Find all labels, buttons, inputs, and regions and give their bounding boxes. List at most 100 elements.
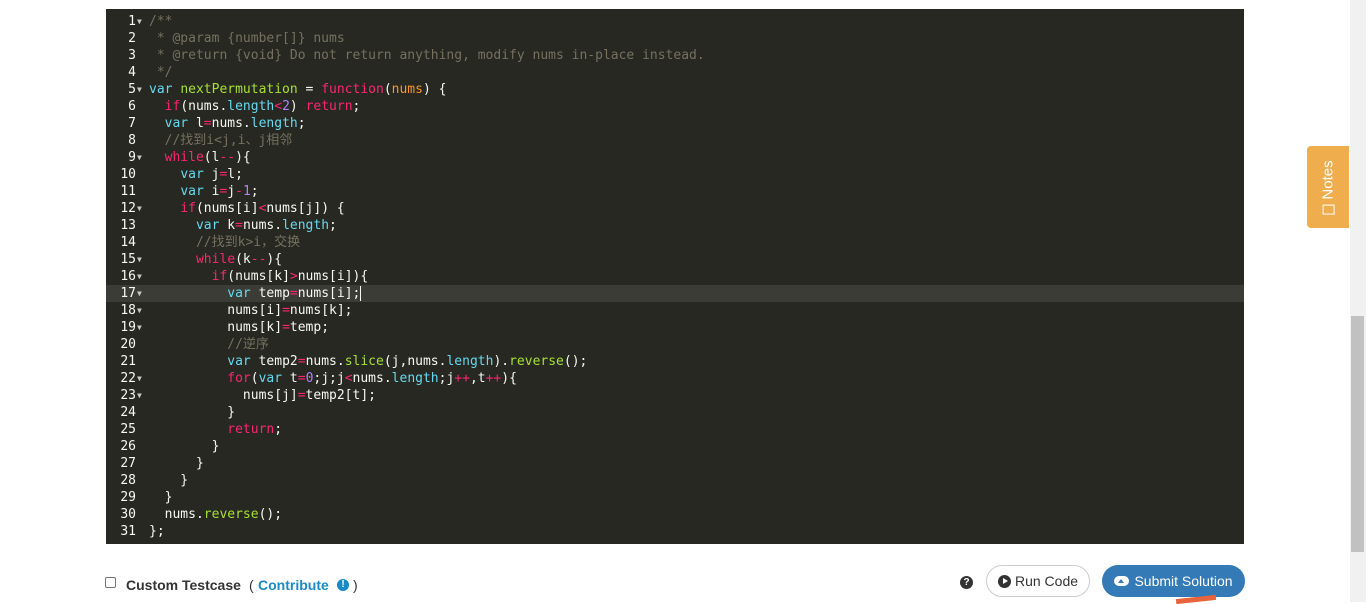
- fold-arrow-icon[interactable]: ▼: [137, 370, 145, 387]
- help-icon[interactable]: ?: [960, 576, 973, 589]
- code-text: if(nums[k]>nums[i]){: [211, 269, 369, 284]
- line-number: 28: [120, 473, 136, 488]
- code-line[interactable]: 27 }: [106, 455, 1244, 472]
- fold-arrow-icon[interactable]: ▼: [137, 387, 145, 404]
- code-text: var k=nums.length;: [195, 218, 337, 233]
- code-text: var i=j-1;: [180, 184, 259, 199]
- line-number: 16: [120, 269, 136, 284]
- custom-testcase-label: Custom Testcase: [126, 577, 241, 593]
- code-line[interactable]: 1 ▼ /**: [106, 13, 1244, 30]
- code-line[interactable]: 14 //找到k>i，交换: [106, 234, 1244, 251]
- code-line[interactable]: 3 * @return {void} Do not return anythin…: [106, 47, 1244, 64]
- code-line[interactable]: 12 ▼ if(nums[i]<nums[j]) {: [106, 200, 1244, 217]
- code-text: //找到i<j,i、j相邻: [164, 133, 293, 148]
- code-line[interactable]: 21 var temp2=nums.slice(j,nums.length).r…: [106, 353, 1244, 370]
- code-line[interactable]: 7 var l=nums.length;: [106, 115, 1244, 132]
- code-text: * @param {number[]} nums: [149, 31, 345, 46]
- text-cursor: [360, 286, 362, 301]
- fold-arrow-icon[interactable]: ▼: [137, 302, 145, 319]
- code-line[interactable]: 26 }: [106, 438, 1244, 455]
- code-line[interactable]: 20 //逆序: [106, 336, 1244, 353]
- line-number: 29: [120, 490, 136, 505]
- line-number: 26: [120, 439, 136, 454]
- fold-arrow-icon[interactable]: ▼: [137, 149, 145, 166]
- code-line[interactable]: 28 }: [106, 472, 1244, 489]
- line-number: 24: [120, 405, 136, 420]
- open-paren: (: [249, 577, 254, 593]
- contribute-link[interactable]: Contribute: [258, 577, 329, 593]
- code-line[interactable]: 30 nums.reverse();: [106, 506, 1244, 523]
- page-scrollbar-thumb[interactable]: [1351, 316, 1364, 552]
- code-text: for(var t=0;j;j<nums.length;j++,t++){: [227, 371, 517, 386]
- fold-arrow-icon[interactable]: ▼: [137, 200, 145, 217]
- notes-tab[interactable]: Notes: [1307, 146, 1349, 228]
- line-number: 20: [120, 337, 136, 352]
- code-line[interactable]: 22 ▼ for(var t=0;j;j<nums.length;j++,t++)…: [106, 370, 1244, 387]
- play-icon: [997, 574, 1011, 588]
- line-number: 15: [120, 252, 136, 267]
- line-number: 14: [120, 235, 136, 250]
- line-number: 2: [128, 31, 136, 46]
- custom-testcase-checkbox[interactable]: [105, 577, 116, 588]
- line-number: 8: [128, 133, 136, 148]
- code-line[interactable]: 11 var i=j-1;: [106, 183, 1244, 200]
- code-line[interactable]: 2 * @param {number[]} nums: [106, 30, 1244, 47]
- line-number: 10: [120, 167, 136, 182]
- line-number: 31: [120, 524, 136, 539]
- code-text: var nextPermutation = function(nums) {: [149, 82, 447, 97]
- line-number: 19: [120, 320, 136, 335]
- info-icon[interactable]: !: [337, 579, 349, 591]
- code-line[interactable]: 18 ▼ nums[i]=nums[k];: [106, 302, 1244, 319]
- run-code-button[interactable]: Run Code: [986, 565, 1090, 597]
- code-line[interactable]: 9 ▼ while(l--){: [106, 149, 1244, 166]
- code-line[interactable]: 25 return;: [106, 421, 1244, 438]
- code-text: }: [149, 456, 204, 471]
- code-text: var j=l;: [180, 167, 243, 182]
- code-text: return;: [227, 422, 283, 437]
- code-line[interactable]: 4 */: [106, 64, 1244, 81]
- code-line[interactable]: 6 if(nums.length<2) return;: [106, 98, 1244, 115]
- line-number: 3: [128, 48, 136, 63]
- code-text: /**: [149, 14, 173, 29]
- code-line[interactable]: 29 }: [106, 489, 1244, 506]
- note-icon: [1322, 204, 1334, 215]
- code-line[interactable]: 24 }: [106, 404, 1244, 421]
- code-line[interactable]: 19 ▼ nums[k]=temp;: [106, 319, 1244, 336]
- line-number: 22: [120, 371, 136, 386]
- line-number: 7: [128, 116, 136, 131]
- code-line[interactable]: 5 ▼ var nextPermutation = function(nums) {: [106, 81, 1244, 98]
- line-number: 9: [128, 150, 136, 165]
- code-text: //找到k>i，交换: [195, 235, 301, 250]
- code-editor[interactable]: 1 ▼/** 2 * @param {number[]} nums 3 * @retu…: [106, 9, 1244, 544]
- line-number: 23: [120, 388, 136, 403]
- code-line[interactable]: 8 //找到i<j,i、j相邻: [106, 132, 1244, 149]
- code-text: */: [149, 65, 173, 80]
- code-text: var temp=nums[i];: [227, 286, 362, 301]
- fold-arrow-icon[interactable]: ▼: [137, 251, 145, 268]
- code-line[interactable]: 17 ▼ var temp=nums[i];: [106, 285, 1244, 302]
- code-text: }: [149, 405, 236, 420]
- code-line[interactable]: 31};: [106, 523, 1244, 540]
- line-number: 13: [120, 218, 136, 233]
- line-number: 4: [128, 65, 136, 80]
- code-text: var l=nums.length;: [164, 116, 306, 131]
- code-line[interactable]: 10 var j=l;: [106, 166, 1244, 183]
- fold-arrow-icon[interactable]: ▼: [137, 319, 145, 336]
- line-number: 5: [128, 82, 136, 97]
- code-line[interactable]: 16 ▼ if(nums[k]>nums[i]){: [106, 268, 1244, 285]
- code-text: nums[k]=temp;: [149, 320, 330, 335]
- fold-arrow-icon[interactable]: ▼: [137, 13, 145, 30]
- submit-solution-button[interactable]: Submit Solution: [1102, 565, 1245, 597]
- fold-arrow-icon[interactable]: ▼: [137, 81, 145, 98]
- fold-arrow-icon[interactable]: ▼: [137, 285, 145, 302]
- code-text: }: [149, 439, 220, 454]
- code-line[interactable]: 23 ▼ nums[j]=temp2[t];: [106, 387, 1244, 404]
- line-number: 12: [120, 201, 136, 216]
- code-text: }: [149, 473, 189, 488]
- close-paren: ): [353, 577, 358, 593]
- line-number: 21: [120, 354, 136, 369]
- fold-arrow-icon[interactable]: ▼: [137, 268, 145, 285]
- line-number: 1: [128, 14, 136, 29]
- code-line[interactable]: 15 ▼ while(k--){: [106, 251, 1244, 268]
- code-line[interactable]: 13 var k=nums.length;: [106, 217, 1244, 234]
